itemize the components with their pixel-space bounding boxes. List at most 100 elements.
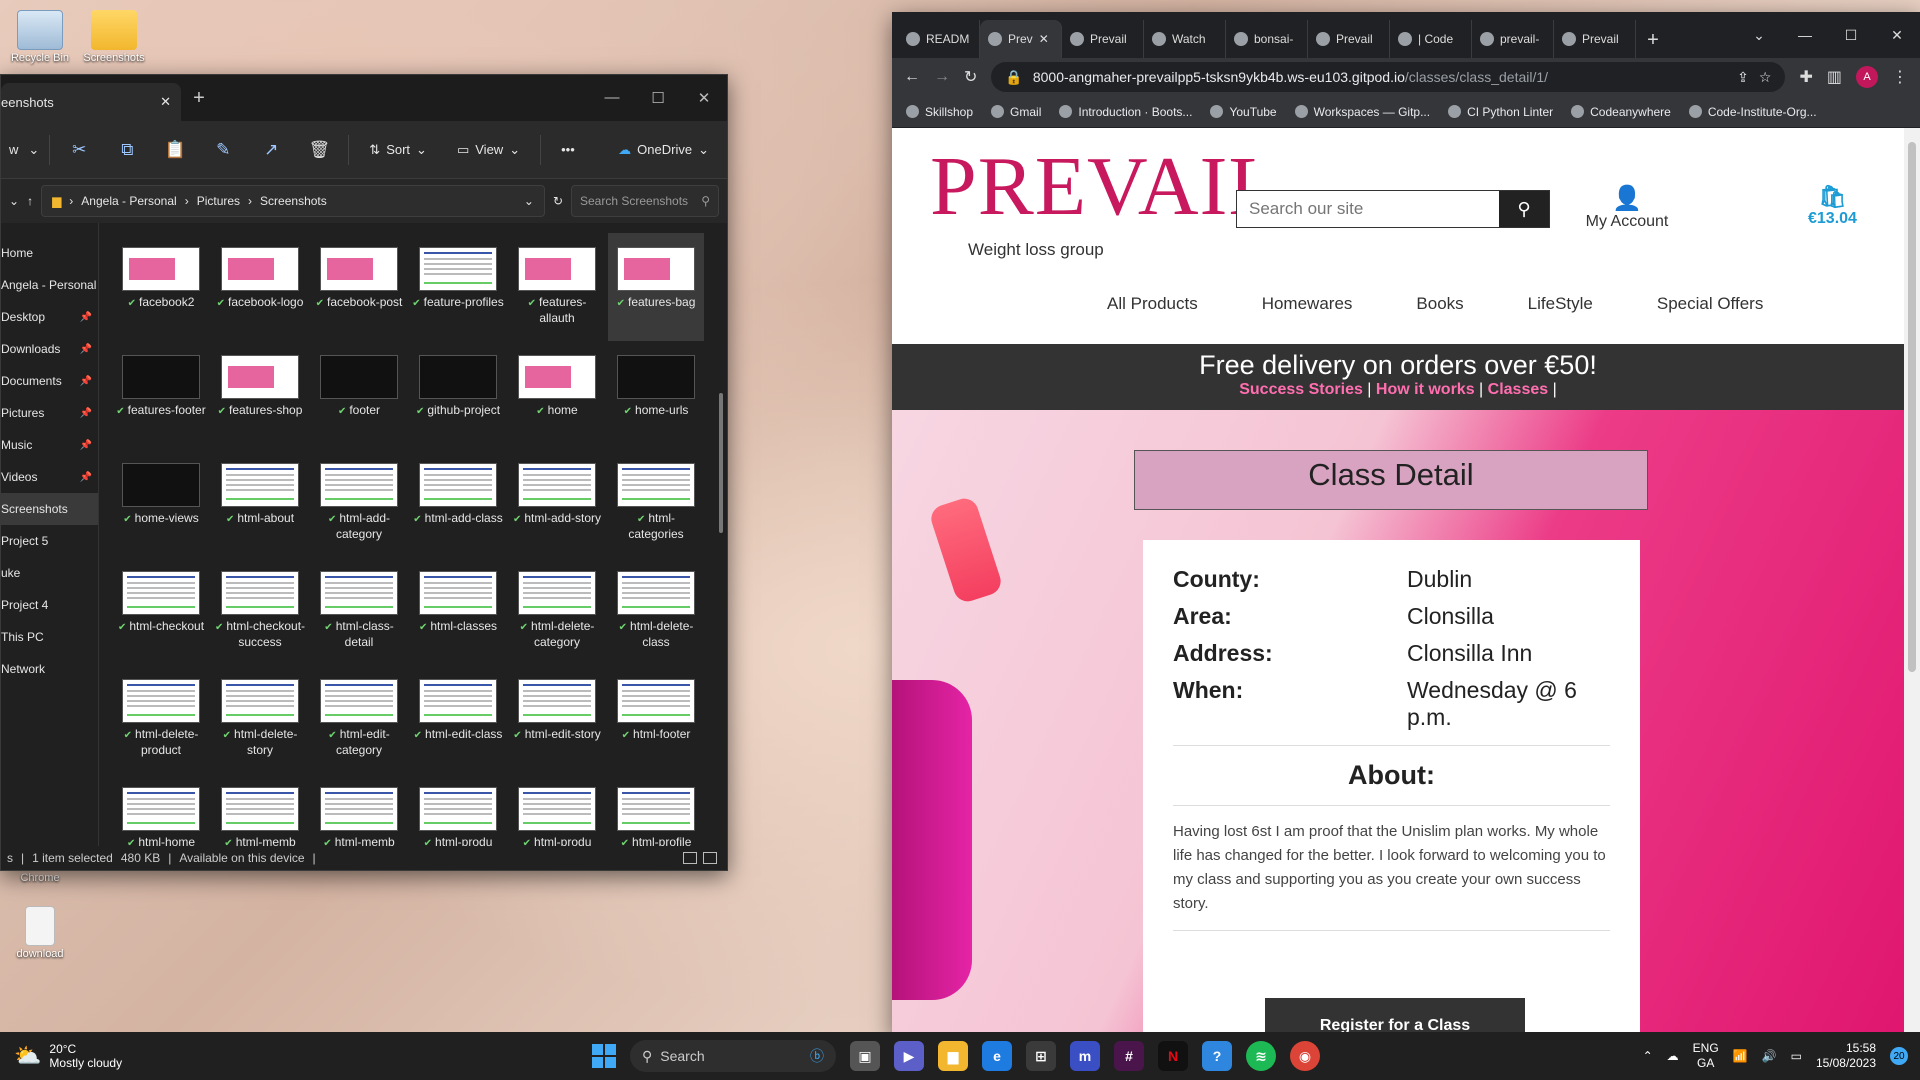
file-item[interactable]: html-add-class	[410, 449, 506, 557]
chevron-up-icon[interactable]: ⌃	[1643, 1049, 1653, 1063]
file-item[interactable]: html-class-detail	[311, 557, 407, 665]
classes-link[interactable]: Classes	[1488, 381, 1549, 398]
nav-item[interactable]: Downloads 📌	[1, 333, 98, 365]
volume-icon[interactable]: 🔊	[1762, 1049, 1777, 1063]
star-icon[interactable]: ☆	[1759, 69, 1772, 86]
breadcrumb-item[interactable]: Screenshots	[260, 194, 327, 208]
copy-icon[interactable]: ⧉	[108, 140, 146, 160]
microsoft-store-icon[interactable]: ⊞	[1026, 1041, 1056, 1071]
tab-search-icon[interactable]: ⌄	[1736, 27, 1782, 44]
file-item[interactable]: html-classes	[410, 557, 506, 665]
menu-icon[interactable]: ⋮	[1892, 67, 1908, 87]
minimize-icon[interactable]: —	[1782, 27, 1828, 44]
chrome-icon[interactable]: ◉	[1290, 1041, 1320, 1071]
rename-icon[interactable]: ✎	[204, 140, 242, 160]
mixed-app-icon[interactable]: m	[1070, 1041, 1100, 1071]
wifi-icon[interactable]: 📶	[1733, 1049, 1748, 1063]
file-item[interactable]: html-edit-category	[311, 665, 407, 773]
file-item[interactable]: html-home	[113, 773, 209, 846]
browser-tab[interactable]: Prevail	[1554, 20, 1636, 58]
maximize-icon[interactable]: ☐	[635, 89, 681, 107]
file-item[interactable]: facebook-logo	[212, 233, 308, 341]
bookmark-item[interactable]: CI Python Linter	[1448, 105, 1553, 119]
nav-item[interactable]: Pictures 📌	[1, 397, 98, 429]
details-view-icon[interactable]	[683, 852, 697, 864]
file-item[interactable]: facebook2	[113, 233, 209, 341]
file-explorer-icon[interactable]: ▆	[938, 1041, 968, 1071]
more-options-button[interactable]: •••	[551, 142, 585, 157]
cut-icon[interactable]: ✂	[60, 140, 98, 160]
how-it-works-link[interactable]: How it works	[1376, 381, 1475, 398]
breadcrumb[interactable]: ▆ › Angela - Personal › Pictures › Scree…	[41, 185, 545, 217]
file-item[interactable]: features-shop	[212, 341, 308, 449]
browser-tab[interactable]: bonsai-	[1226, 20, 1308, 58]
forward-arrow-icon[interactable]: →	[934, 68, 950, 86]
browser-tab[interactable]: READM	[898, 20, 980, 58]
bookmark-item[interactable]: Skillshop	[906, 105, 973, 119]
refresh-icon[interactable]: ↻	[553, 194, 563, 208]
file-item[interactable]: html-delete-class	[608, 557, 704, 665]
desktop-icon-download[interactable]: download	[0, 906, 80, 960]
file-item[interactable]: html-delete-story	[212, 665, 308, 773]
file-item[interactable]: html-checkout-success	[212, 557, 308, 665]
delete-icon[interactable]: 🗑	[300, 140, 338, 160]
file-item[interactable]: feature-profiles	[410, 233, 506, 341]
share-icon[interactable]: ⇪	[1737, 69, 1749, 86]
browser-tab[interactable]: Watch	[1144, 20, 1226, 58]
chevron-down-icon[interactable]: ⌄	[9, 194, 19, 208]
desktop-icon-chrome[interactable]: Chrome	[0, 872, 80, 884]
nav-item[interactable]: Music 📌	[1, 429, 98, 461]
new-tab-button[interactable]: +	[1636, 29, 1670, 58]
share-icon[interactable]: ↗	[252, 140, 290, 160]
register-class-button[interactable]: Register for a Class	[1265, 998, 1525, 1036]
file-item[interactable]: features-allauth	[509, 233, 605, 341]
success-stories-link[interactable]: Success Stories	[1239, 381, 1363, 398]
file-item[interactable]: features-bag	[608, 233, 704, 341]
scrollbar[interactable]	[719, 393, 723, 533]
nav-item[interactable]: Desktop 📌	[1, 301, 98, 333]
site-nav-link[interactable]: All Products	[1107, 294, 1198, 314]
my-account-link[interactable]: 👤 My Account	[1572, 184, 1682, 231]
profile-avatar[interactable]: A	[1856, 66, 1878, 88]
side-panel-icon[interactable]: ▥	[1827, 67, 1842, 87]
view-button[interactable]: ▭ View ⌄	[447, 142, 530, 158]
maximize-icon[interactable]: ☐	[1828, 27, 1874, 44]
browser-tab[interactable]: prevail-	[1472, 20, 1554, 58]
file-item[interactable]: home-views	[113, 449, 209, 557]
nav-item[interactable]: Home	[1, 237, 98, 269]
new-menu-label[interactable]: w	[9, 142, 18, 157]
file-item[interactable]: facebook-post	[311, 233, 407, 341]
file-item[interactable]: html-memb	[212, 773, 308, 846]
close-window-icon[interactable]: ✕	[1874, 27, 1920, 44]
extensions-icon[interactable]: ✚	[1799, 67, 1812, 87]
file-item[interactable]: github-project	[410, 341, 506, 449]
bookmark-item[interactable]: Code-Institute-Org...	[1688, 105, 1817, 119]
nav-item[interactable]: Angela - Personal	[1, 269, 98, 301]
nav-item[interactable]: Screenshots	[1, 493, 98, 525]
clock[interactable]: 15:58 15/08/2023	[1816, 1041, 1876, 1071]
nav-item[interactable]: This PC	[1, 621, 98, 653]
paste-icon[interactable]: 📋	[156, 140, 194, 160]
breadcrumb-item[interactable]: Pictures	[197, 194, 240, 208]
spotify-icon[interactable]: ≋	[1246, 1041, 1276, 1071]
task-view-icon[interactable]: ▣	[850, 1041, 880, 1071]
file-item[interactable]: features-footer	[113, 341, 209, 449]
prevail-logo[interactable]: PREVAIL	[930, 138, 1281, 235]
explorer-tab-screenshots[interactable]: eenshots ✕	[1, 83, 181, 121]
reload-icon[interactable]: ↻	[964, 67, 977, 87]
close-window-icon[interactable]: ✕	[681, 89, 727, 107]
file-item[interactable]: html-delete-category	[509, 557, 605, 665]
site-nav-link[interactable]: Books	[1416, 294, 1463, 314]
breadcrumb-item[interactable]: Angela - Personal	[81, 194, 176, 208]
battery-icon[interactable]: ▭	[1791, 1049, 1802, 1063]
search-input[interactable]: Search Screenshots ⚲	[571, 185, 719, 217]
desktop-icon-recycle-bin[interactable]: Recycle Bin	[0, 10, 80, 64]
weather-widget[interactable]: ⛅ 20°C Mostly cloudy	[0, 1042, 300, 1070]
file-item[interactable]: html-memb	[311, 773, 407, 846]
page-scrollbar[interactable]	[1904, 128, 1920, 1036]
help-icon[interactable]: ?	[1202, 1041, 1232, 1071]
onedrive-button[interactable]: ☁ OneDrive ⌄	[608, 142, 719, 158]
up-arrow-icon[interactable]: ↑	[27, 194, 33, 208]
file-item[interactable]: html-add-category	[311, 449, 407, 557]
nav-item[interactable]: Project 5	[1, 525, 98, 557]
